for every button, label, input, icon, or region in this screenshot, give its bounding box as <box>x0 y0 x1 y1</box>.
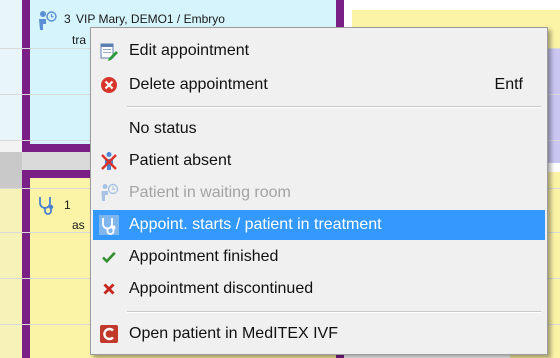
waiting-room-icon <box>36 10 58 37</box>
patient-absent-icon <box>93 146 125 176</box>
check-icon <box>93 242 125 272</box>
appointment-1-prefix: 3 <box>64 12 71 26</box>
x-mark-icon <box>93 274 125 304</box>
edit-appointment-icon <box>93 36 125 66</box>
menu-item-shortcut: Entf <box>494 76 523 93</box>
menu-item-no-status[interactable]: No status <box>93 114 545 144</box>
menu-item-label: Appointment finished <box>129 248 279 265</box>
appointment-1-title: VIP Mary, DEMO1 / Embryo <box>76 12 225 26</box>
menu-item-appointment-discontinued[interactable]: Appointment discontinued <box>93 274 545 304</box>
menu-item-edit-appointment[interactable]: Edit appointment <box>93 36 545 66</box>
menu-item-label: Appoint. starts / patient in treatment <box>129 216 382 233</box>
menu-item-label: Delete appointment <box>129 76 268 93</box>
appointment-1-line2: tra <box>72 33 87 47</box>
stethoscope-icon <box>36 194 58 221</box>
menu-item-label: Open patient in MedITEX IVF <box>129 325 338 342</box>
left-column-yellow <box>0 188 22 358</box>
waiting-room-icon <box>93 178 125 208</box>
left-column-gray <box>0 152 22 188</box>
menu-item-patient-in-waiting-room[interactable]: Patient in waiting room <box>93 178 545 208</box>
meditex-icon <box>93 319 125 349</box>
menu-item-label: No status <box>129 120 197 137</box>
menu-item-delete-appointment[interactable]: Delete appointment Entf <box>93 70 545 100</box>
menu-item-patient-absent[interactable]: Patient absent <box>93 146 545 176</box>
menu-item-open-patient-meditex[interactable]: Open patient in MedITEX IVF <box>93 319 545 349</box>
menu-separator <box>127 311 541 313</box>
menu-item-label: Appointment discontinued <box>129 280 314 297</box>
empty-icon-slot <box>93 114 125 144</box>
appointment-2-line2: as <box>72 218 85 232</box>
menu-item-appointment-finished[interactable]: Appointment finished <box>93 242 545 272</box>
appointment-2-prefix: 1 <box>64 198 71 212</box>
menu-item-label: Edit appointment <box>129 42 250 59</box>
menu-item-appointment-starts[interactable]: Appoint. starts / patient in treatment <box>93 210 545 240</box>
menu-separator <box>127 106 541 108</box>
menu-item-label: Patient absent <box>129 152 232 169</box>
stethoscope-icon <box>93 210 125 240</box>
menu-item-label: Patient in waiting room <box>129 184 291 201</box>
context-menu: Edit appointment Delete appointment Entf… <box>90 27 548 355</box>
left-column-blue <box>0 0 22 140</box>
delete-icon <box>93 70 125 100</box>
